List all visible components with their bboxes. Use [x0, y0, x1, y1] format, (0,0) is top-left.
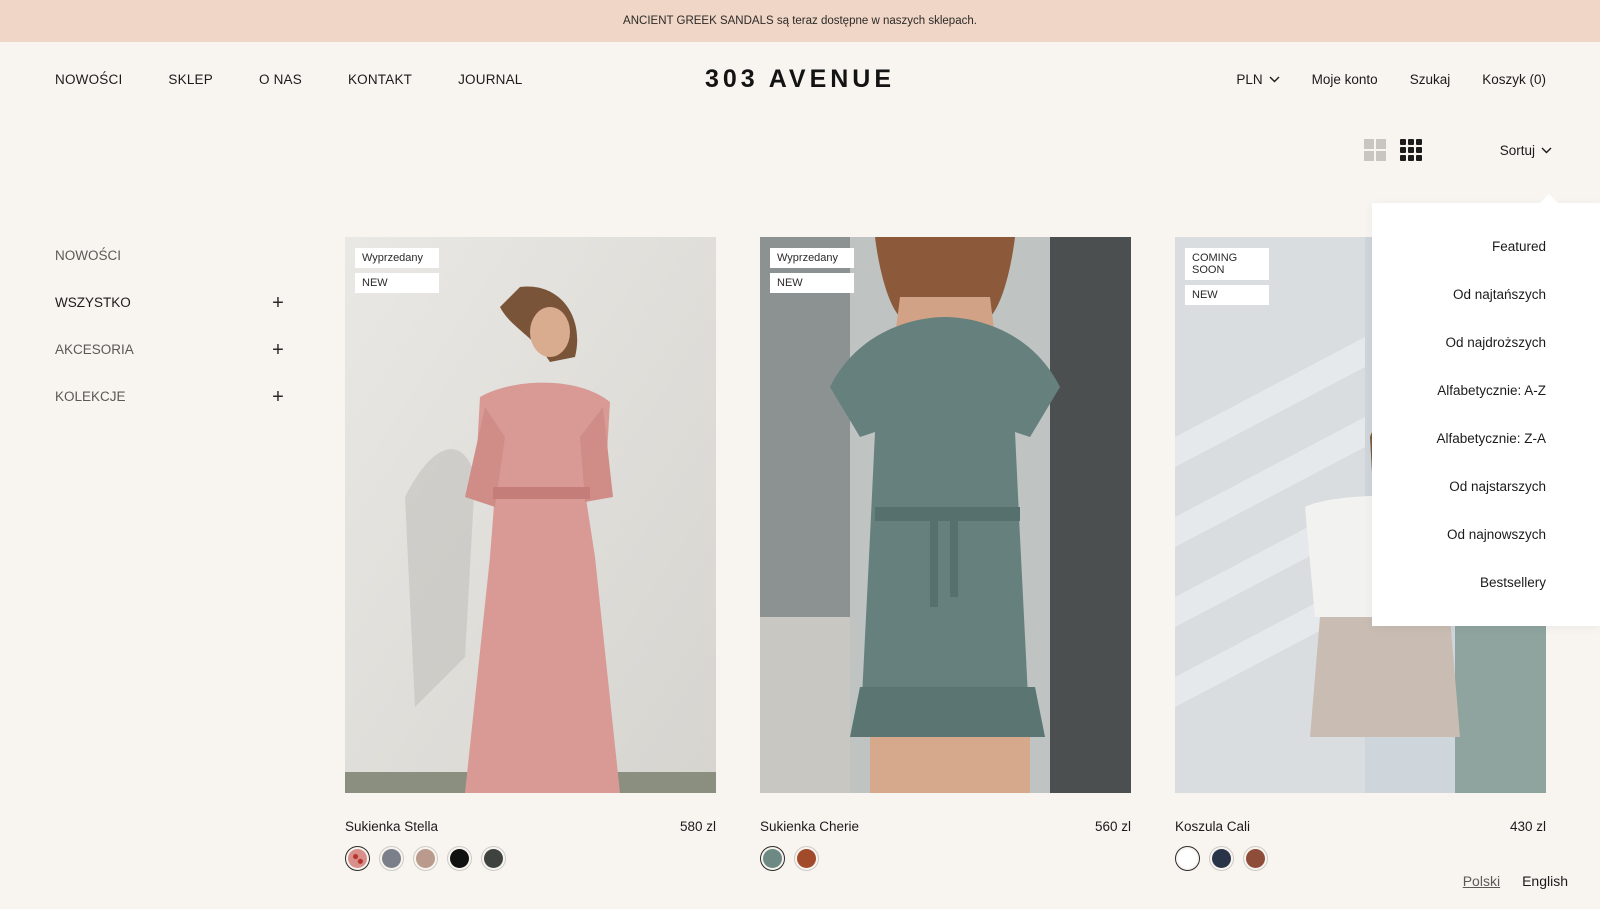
plus-icon[interactable]: +: [271, 387, 285, 407]
product-card-cherie[interactable]: Wyprzedany NEW Sukienka Cherie 560 zl: [760, 237, 1131, 871]
currency-selector[interactable]: PLN: [1236, 72, 1280, 87]
product-price: 560 zl: [1094, 819, 1131, 834]
chevron-down-icon: [1541, 147, 1552, 153]
sort-label: Sortuj: [1499, 142, 1535, 158]
plus-icon[interactable]: +: [271, 293, 285, 313]
color-swatch[interactable]: [1243, 846, 1268, 871]
product-image-stella[interactable]: Wyprzedany NEW: [345, 237, 716, 793]
badge-new: NEW: [1185, 285, 1269, 305]
account-link[interactable]: Moje konto: [1312, 72, 1378, 87]
cart-link[interactable]: Koszyk (0): [1482, 72, 1546, 87]
color-swatch[interactable]: [1209, 846, 1234, 871]
product-info: Sukienka Stella 580 zl: [345, 819, 716, 834]
color-swatches: [345, 846, 716, 871]
product-name[interactable]: Koszula Cali: [1175, 819, 1250, 834]
plus-icon[interactable]: +: [271, 340, 285, 360]
category-sidebar: NOWOŚCI WSZYSTKO + AKCESORIA + KOLEKCJE …: [55, 232, 285, 420]
badge-sold-out: Wyprzedany: [770, 248, 854, 268]
product-price: 430 zl: [1509, 819, 1546, 834]
sidebar-item-label: AKCESORIA: [55, 342, 134, 357]
color-swatches: [760, 846, 1131, 871]
sidebar-item-kolekcje[interactable]: KOLEKCJE +: [55, 373, 285, 420]
product-photo-teal-dress: [760, 237, 1131, 793]
color-swatch[interactable]: [794, 846, 819, 871]
product-info: Koszula Cali 430 zl: [1175, 819, 1546, 834]
badges: Wyprzedany NEW: [770, 248, 854, 293]
sidebar-item-label: NOWOŚCI: [55, 248, 121, 263]
badge-coming-soon: COMING SOON: [1185, 248, 1269, 280]
grid-two-columns-icon[interactable]: [1363, 139, 1386, 161]
product-card-stella[interactable]: Wyprzedany NEW Sukienka Stella 580 zl: [345, 237, 716, 871]
sort-option-alpha-asc[interactable]: Alfabetycznie: A-Z: [1372, 383, 1600, 431]
sort-option-featured[interactable]: Featured: [1372, 239, 1600, 287]
color-swatch[interactable]: [379, 846, 404, 871]
collection-toolbar: Sortuj: [1350, 138, 1552, 162]
product-name[interactable]: Sukienka Stella: [345, 819, 438, 834]
language-polski[interactable]: Polski: [1463, 873, 1500, 889]
product-info: Sukienka Cherie 560 zl: [760, 819, 1131, 834]
announcement-bar: ANCIENT GREEK SANDALS są teraz dostępne …: [0, 0, 1600, 42]
currency-label: PLN: [1236, 72, 1263, 87]
chevron-down-icon: [1269, 76, 1280, 83]
language-switcher: Polski English: [1463, 873, 1568, 889]
color-swatch[interactable]: [345, 846, 370, 871]
sidebar-item-label: WSZYSTKO: [55, 295, 131, 310]
badge-new: NEW: [770, 273, 854, 293]
color-swatch[interactable]: [1175, 846, 1200, 871]
dropdown-caret: [1540, 194, 1558, 203]
badges: Wyprzedany NEW: [355, 248, 439, 293]
color-swatch[interactable]: [760, 846, 785, 871]
sidebar-item-label: KOLEKCJE: [55, 389, 126, 404]
sort-options: Featured Od najtańszych Od najdroższych …: [1372, 203, 1600, 623]
product-photo-pink-dress: [345, 237, 716, 793]
badge-sold-out: Wyprzedany: [355, 248, 439, 268]
sidebar-item-nowosci[interactable]: NOWOŚCI: [55, 232, 285, 279]
sort-option-oldest[interactable]: Od najstarszych: [1372, 479, 1600, 527]
sidebar-item-akcesoria[interactable]: AKCESORIA +: [55, 326, 285, 373]
sort-option-bestsellers[interactable]: Bestsellery: [1372, 575, 1600, 623]
product-price: 580 zl: [679, 819, 716, 834]
sort-option-price-desc[interactable]: Od najdroższych: [1372, 335, 1600, 383]
sort-option-price-asc[interactable]: Od najtańszych: [1372, 287, 1600, 335]
sort-button[interactable]: Sortuj: [1500, 143, 1552, 158]
badges: COMING SOON NEW: [1185, 248, 1269, 305]
color-swatches: [1175, 846, 1546, 871]
sidebar-item-wszystko[interactable]: WSZYSTKO +: [55, 279, 285, 326]
sort-option-alpha-desc[interactable]: Alfabetycznie: Z-A: [1372, 431, 1600, 479]
search-link[interactable]: Szukaj: [1410, 72, 1451, 87]
sort-dropdown: Featured Od najtańszych Od najdroższych …: [1372, 194, 1600, 626]
language-english[interactable]: English: [1522, 873, 1568, 889]
product-image-cherie[interactable]: Wyprzedany NEW: [760, 237, 1131, 793]
product-name[interactable]: Sukienka Cherie: [760, 819, 859, 834]
color-swatch[interactable]: [413, 846, 438, 871]
site-header: NOWOŚCI SKLEP O NAS KONTAKT JOURNAL 303 …: [0, 42, 1600, 122]
color-swatch[interactable]: [447, 846, 472, 871]
badge-new: NEW: [355, 273, 439, 293]
sort-option-newest[interactable]: Od najnowszych: [1372, 527, 1600, 575]
announcement-text[interactable]: ANCIENT GREEK SANDALS są teraz dostępne …: [623, 15, 977, 27]
color-swatch[interactable]: [481, 846, 506, 871]
utility-nav: PLN Moje konto Szukaj Koszyk (0): [1204, 72, 1546, 87]
grid-three-columns-icon[interactable]: [1399, 139, 1422, 161]
